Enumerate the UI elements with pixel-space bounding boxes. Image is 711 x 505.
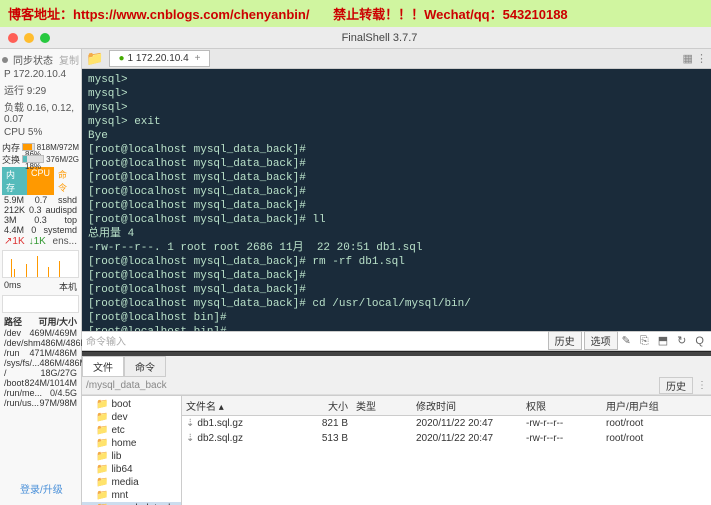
- uptime-label: 运行 9:29: [2, 81, 79, 98]
- path-tools[interactable]: ⋮: [697, 380, 707, 391]
- fs-row: /sys/fs/...486M/486M: [2, 358, 79, 368]
- tree-item[interactable]: 📁home: [82, 437, 181, 450]
- fs-row: /run/me...0/4.5G: [2, 388, 79, 398]
- tree-item[interactable]: 📁lib64: [82, 463, 181, 476]
- swap-bar: 交换18%376M/2G: [2, 153, 79, 165]
- folder-tree[interactable]: 📁boot📁dev📁etc📁home📁lib📁lib64📁media📁mnt📁m…: [82, 396, 182, 505]
- session-tab[interactable]: ●1 172.20.10.4+: [109, 50, 209, 67]
- load-label: 负载 0.16, 0.12, 0.07: [2, 98, 79, 126]
- tab-cpu[interactable]: CPU: [27, 167, 54, 195]
- command-input[interactable]: 命令输入: [86, 333, 546, 348]
- window-titlebar: FinalShell 3.7.7: [0, 27, 711, 49]
- tree-item[interactable]: 📁dev: [82, 411, 181, 424]
- fs-row: /18G/27G: [2, 368, 79, 378]
- watermark-banner: 博客地址：https://www.cnblogs.com/chenyanbin/…: [0, 0, 711, 27]
- ip-label: P 172.20.10.4: [2, 68, 79, 81]
- window-title: FinalShell 3.7.7: [56, 32, 703, 44]
- file-list[interactable]: ⇣db1.sql.gz821 B2020/11/22 20:47-rw-r--r…: [182, 416, 711, 446]
- fs-row: /run/us...97M/98M: [2, 398, 79, 408]
- proc-row: 212K0.3audispd: [2, 205, 79, 215]
- close-icon[interactable]: [8, 33, 18, 43]
- sessions-icon[interactable]: 📁: [86, 50, 103, 67]
- cmdbar-tools[interactable]: ✎ ⎘ ⬒ ↻ Q: [622, 334, 707, 348]
- proc-row: 3M0.3top: [2, 215, 79, 225]
- tree-item[interactable]: 📁lib: [82, 450, 181, 463]
- fs-row: /dev469M/469M: [2, 328, 79, 338]
- sidebar-tabs[interactable]: 内存 CPU 命令: [2, 167, 79, 195]
- proc-row: 4.4M0systemd: [2, 225, 79, 235]
- tab-cmd[interactable]: 命令: [54, 167, 79, 195]
- file-panel: 📁boot📁dev📁etc📁home📁lib📁lib64📁media📁mnt📁m…: [82, 395, 711, 505]
- sync-status: 同步状态: [11, 51, 55, 68]
- proc-row: 5.9M0.7sshd: [2, 195, 79, 205]
- tab-mem[interactable]: 内存: [2, 167, 27, 195]
- tab-files[interactable]: 文件: [82, 356, 124, 377]
- terminal[interactable]: mysql> mysql> mysql> mysql> exit Bye [ro…: [82, 69, 711, 331]
- options-button[interactable]: 选项: [584, 331, 618, 350]
- fs-row: /run471M/486M: [2, 348, 79, 358]
- session-tabbar: 📁 ●1 172.20.10.4+ ▦ ⋮: [82, 49, 711, 69]
- net-bottom: 0ms本机: [2, 280, 79, 293]
- tree-item[interactable]: 📁media: [82, 476, 181, 489]
- maximize-icon[interactable]: [40, 33, 50, 43]
- fs-row: /dev/shm486M/486M: [2, 338, 79, 348]
- command-bar: 命令输入 历史 选项 ✎ ⎘ ⬒ ↻ Q: [82, 331, 711, 351]
- tree-item[interactable]: 📁etc: [82, 424, 181, 437]
- net-chart: [2, 250, 79, 278]
- history-button[interactable]: 历史: [548, 331, 582, 350]
- login-upgrade-link[interactable]: 登录/升级: [20, 481, 63, 496]
- cpu-label: CPU 5%: [2, 126, 79, 139]
- file-row[interactable]: ⇣db1.sql.gz821 B2020/11/22 20:47-rw-r--r…: [182, 416, 711, 431]
- copy-button[interactable]: 复制: [59, 52, 79, 67]
- tree-item[interactable]: 📁boot: [82, 398, 181, 411]
- path-history-button[interactable]: 历史: [659, 377, 693, 394]
- new-tab-icon[interactable]: +: [195, 53, 201, 64]
- panel-tabs: 文件 命令: [82, 356, 711, 377]
- sidebar: 同步状态复制 P 172.20.10.4 运行 9:29 负载 0.16, 0.…: [0, 49, 82, 505]
- tab-commands[interactable]: 命令: [124, 356, 166, 377]
- current-path[interactable]: /mysql_data_back: [86, 380, 659, 391]
- tabbar-tools-icon[interactable]: ▦ ⋮: [683, 52, 707, 65]
- net-stats: ↗1K↓1Kens...: [2, 235, 79, 248]
- fs-row: /boot824M/1014M: [2, 378, 79, 388]
- minimize-icon[interactable]: [24, 33, 34, 43]
- tree-item[interactable]: 📁mnt: [82, 489, 181, 502]
- file-list-header[interactable]: 文件名 ▴ 大小 类型 修改时间 权限 用户/用户组: [182, 396, 711, 416]
- file-row[interactable]: ⇣db2.sql.gz513 B2020/11/22 20:47-rw-r--r…: [182, 431, 711, 446]
- breadcrumb: /mysql_data_back 历史 ⋮: [82, 377, 711, 395]
- mem-bar: 内存86%818M/972M: [2, 141, 79, 153]
- ping-chart: [2, 295, 79, 313]
